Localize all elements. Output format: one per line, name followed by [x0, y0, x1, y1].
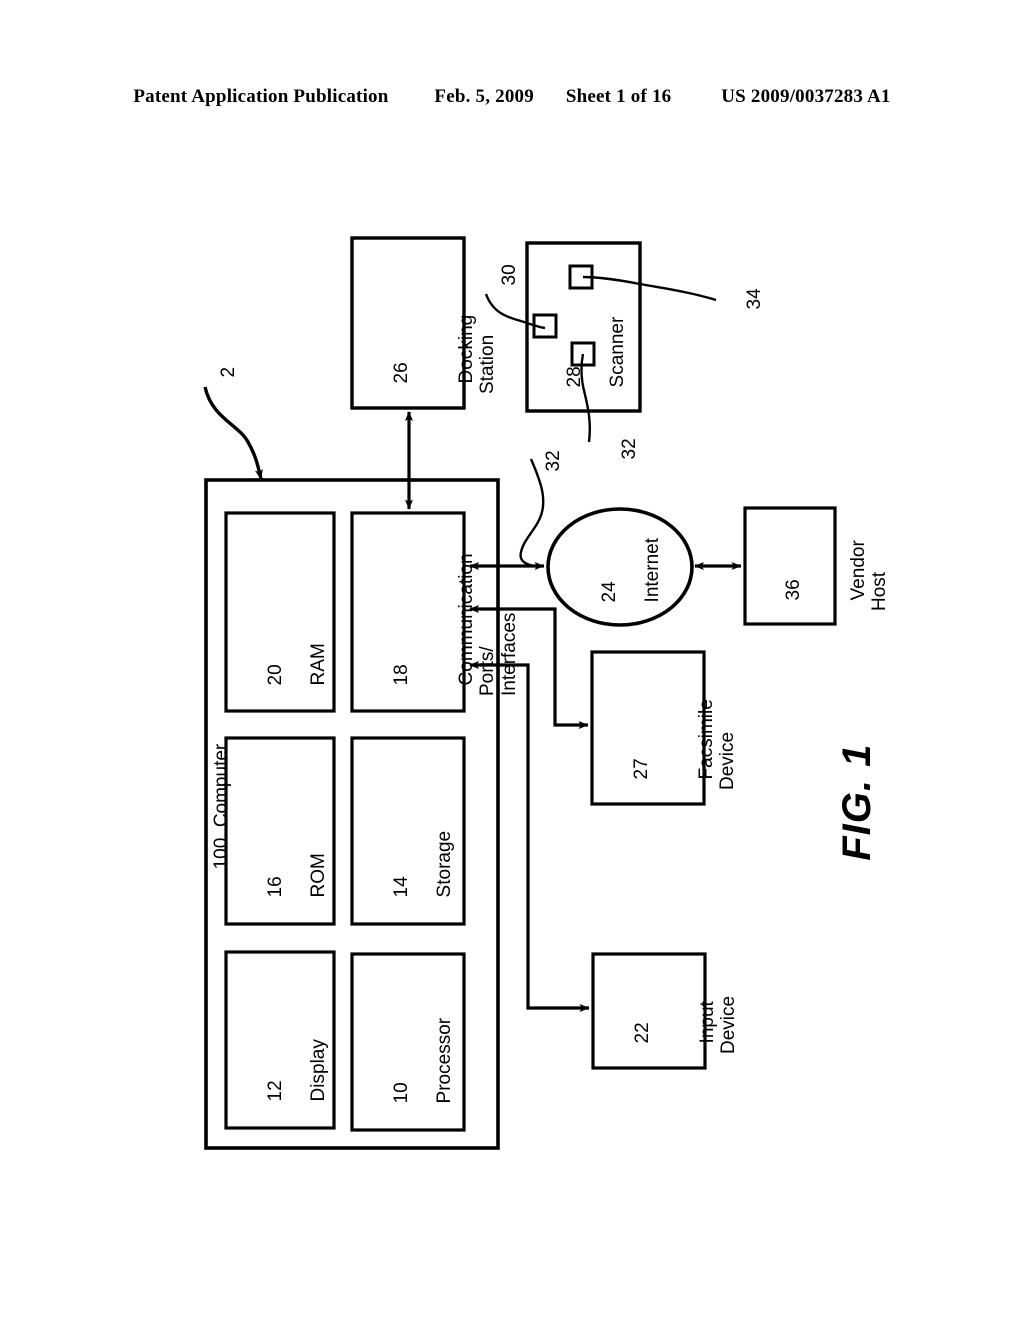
block-storage-title: Storage: [433, 830, 455, 898]
node-input-device-ref: 22: [631, 1022, 653, 1044]
block-comm-ports-gap: [412, 670, 433, 686]
node-scanner-ref: 28: [563, 366, 585, 388]
ref-numeral-2: 2: [218, 366, 239, 378]
block-comm-ports-label: 18 Communication Ports/ Interfaces: [369, 553, 521, 696]
node-docking-station-ref: 26: [390, 362, 412, 384]
block-ram-gap: [286, 670, 307, 686]
node-docking-station-label: 26 Docking Station: [369, 315, 499, 394]
block-ram-label: 20 RAM: [243, 643, 330, 696]
node-vendor-host-ref: 36: [782, 579, 804, 601]
block-display-ref: 12: [264, 1080, 286, 1102]
node-facsimile-device-label: 27 Facsimile Device: [609, 699, 739, 790]
block-ram-title: RAM: [307, 643, 329, 686]
block-storage-label: 14 Storage: [369, 831, 456, 908]
node-vendor-host-title: Vendor Host: [847, 540, 891, 611]
node-scanner-title: Scanner: [606, 316, 628, 388]
block-rom-gap: [286, 882, 307, 898]
node-facsimile-device-gap: [652, 764, 673, 780]
block-rom-label: 16 ROM: [243, 853, 330, 908]
node-docking-station-title: Docking Station: [455, 314, 499, 394]
node-input-device-gap: [653, 1028, 674, 1044]
block-storage-gap: [412, 882, 433, 898]
node-input-device-label: 22 Input Device: [610, 996, 740, 1054]
patent-figure-1: 100 Computer 2 12 Display 10 Processor 1…: [0, 0, 1024, 1320]
block-rom-ref: 16: [264, 876, 286, 898]
block-rom-title: ROM: [307, 853, 329, 898]
block-display-gap: [286, 1086, 307, 1102]
leader-system-ref-2: [203, 386, 263, 480]
block-storage-ref: 14: [390, 876, 412, 898]
node-internet-label: 24 Internet: [577, 538, 664, 613]
block-processor-ref: 10: [390, 1082, 412, 1104]
node-scanner-gap: [585, 361, 606, 387]
ref-numeral-32-internet: 32: [543, 450, 564, 472]
node-internet-gap: [620, 587, 641, 603]
node-docking-station-gap: [412, 368, 433, 384]
node-internet-ref: 24: [598, 581, 620, 603]
computer-label: 100 Computer: [211, 743, 233, 870]
block-processor-title: Processor: [433, 1017, 455, 1104]
block-ram-ref: 20: [264, 664, 286, 686]
figure-caption: FIG. 1: [835, 743, 879, 861]
block-comm-ports-title: Communication Ports/ Interfaces: [455, 553, 520, 696]
block-display-label: 12 Display: [243, 1039, 330, 1112]
node-facsimile-device-title: Facsimile Device: [695, 699, 739, 790]
node-vendor-host-gap: [804, 585, 825, 601]
ref-numeral-34: 34: [744, 288, 765, 310]
ref-numeral-30: 30: [499, 264, 520, 286]
node-scanner-label: 28 Scanner: [542, 317, 629, 398]
node-facsimile-device-ref: 27: [630, 758, 652, 780]
block-comm-ports-ref: 18: [390, 664, 412, 686]
block-display-title: Display: [307, 1039, 329, 1102]
node-vendor-host-label: 36 Vendor Host: [761, 540, 891, 611]
block-processor-label: 10 Processor: [369, 1018, 456, 1114]
block-processor-gap: [412, 1088, 433, 1104]
ref-numeral-32-scanner: 32: [619, 438, 640, 460]
node-input-device-title: Input Device: [696, 995, 740, 1054]
node-internet-title: Internet: [641, 538, 663, 603]
